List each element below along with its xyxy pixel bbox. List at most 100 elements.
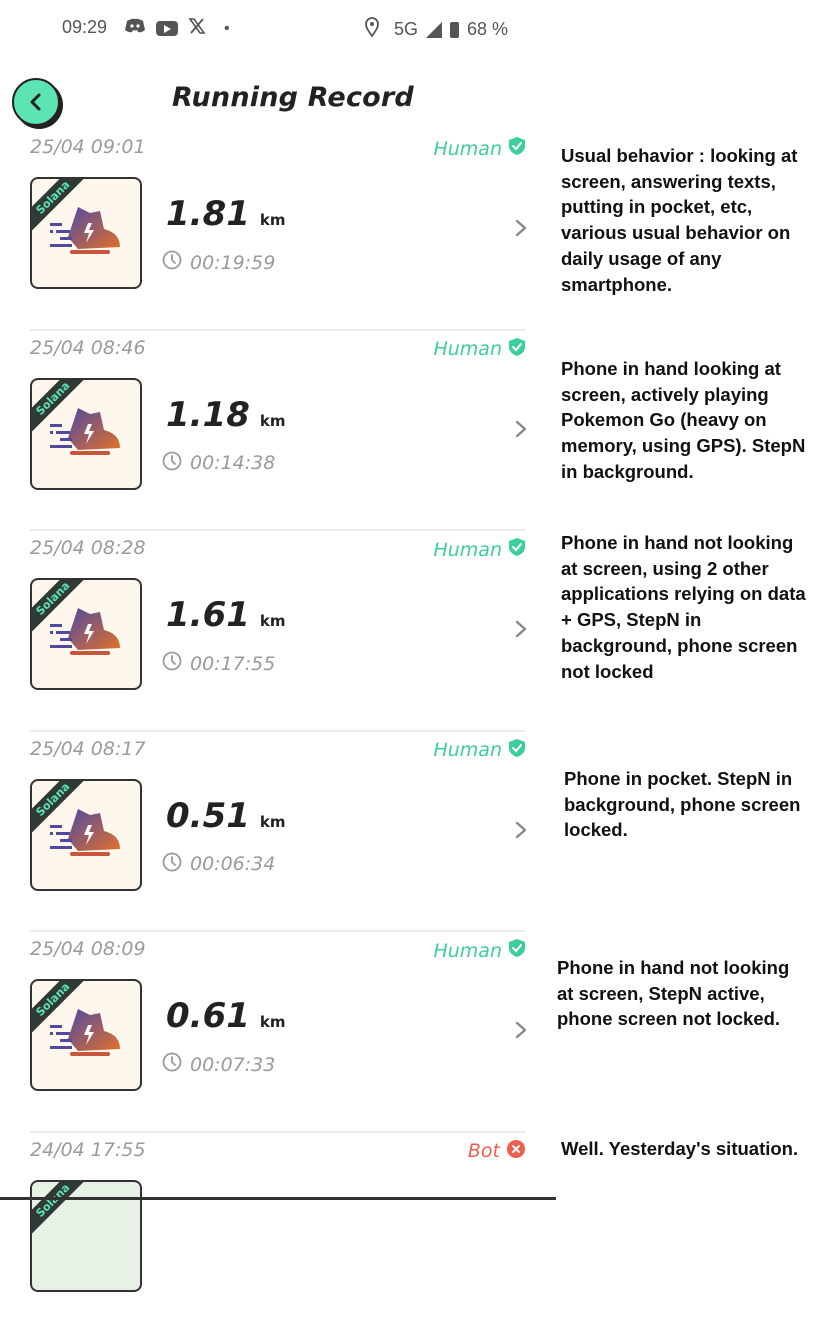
network-label: 5G xyxy=(394,19,418,40)
battery-icon xyxy=(450,22,459,38)
record-date: 25/04 08:46 xyxy=(30,337,146,359)
verdict-badge: Human xyxy=(433,337,526,362)
duration: 00:14:38 xyxy=(162,451,275,476)
distance-value: 1.81 xyxy=(166,194,250,234)
distance: 0.61 km xyxy=(166,996,286,1036)
status-time: 09:29 xyxy=(62,17,107,38)
record-date: 25/04 08:09 xyxy=(30,938,146,960)
verdict-label: Human xyxy=(433,138,502,160)
battery-level: 68 % xyxy=(467,19,508,40)
annotation-2: Phone in hand looking at screen, activel… xyxy=(561,356,806,485)
duration-value: 00:07:33 xyxy=(190,1054,275,1076)
annotation-5: Phone in hand not looking at screen, Ste… xyxy=(557,955,802,1032)
record-row[interactable]: 24/04 17:55 Bot Solana xyxy=(0,1133,556,1333)
record-row[interactable]: 25/04 08:46 Human Solana 1.18 km 00:14:3… xyxy=(0,331,556,532)
sneaker-thumbnail: Solana xyxy=(30,779,142,891)
clock-icon xyxy=(162,1052,182,1077)
verdict-label: Human xyxy=(433,338,502,360)
distance-value: 0.61 xyxy=(166,996,250,1036)
record-list: 25/04 09:01 Human Solana 1.81 km 00:19:5… xyxy=(0,130,556,1333)
duration: 00:17:55 xyxy=(162,651,275,676)
distance-value: 1.18 xyxy=(166,395,250,435)
annotation-4: Phone in pocket. StepN in background, ph… xyxy=(564,766,809,843)
sneaker-thumbnail: Solana xyxy=(30,578,142,690)
x-icon xyxy=(188,17,206,40)
shield-check-icon xyxy=(508,337,526,362)
record-row[interactable]: 25/04 08:28 Human Solana 1.61 km 00:17:5… xyxy=(0,531,556,732)
sneaker-thumbnail: Solana xyxy=(30,177,142,289)
duration: 00:06:34 xyxy=(162,852,275,877)
chevron-right-icon[interactable] xyxy=(514,1020,528,1044)
distance-unit: km xyxy=(260,412,286,430)
sneaker-icon xyxy=(48,805,122,869)
clock-icon xyxy=(162,250,182,275)
duration: 00:19:59 xyxy=(162,250,275,275)
sneaker-icon xyxy=(48,404,122,468)
sneaker-thumbnail: Solana xyxy=(30,979,142,1091)
verdict-badge: Human xyxy=(433,537,526,562)
duration-value: 00:14:38 xyxy=(190,452,275,474)
clock-icon xyxy=(162,651,182,676)
annotation-3: Phone in hand not looking at screen, usi… xyxy=(561,530,806,684)
discord-icon xyxy=(124,18,146,39)
verdict-badge: Human xyxy=(433,938,526,963)
record-row[interactable]: 25/04 08:09 Human Solana 0.61 km 00:07:3… xyxy=(0,932,556,1133)
shield-check-icon xyxy=(508,136,526,161)
notification-icons: • xyxy=(124,17,230,40)
distance-unit: km xyxy=(260,612,286,630)
verdict-label: Human xyxy=(433,940,502,962)
distance: 0.51 km xyxy=(166,796,286,836)
bot-x-icon xyxy=(506,1139,526,1164)
verdict-badge: Bot xyxy=(468,1139,526,1164)
record-date: 25/04 09:01 xyxy=(30,136,146,158)
record-row[interactable]: 25/04 09:01 Human Solana 1.81 km 00:19:5… xyxy=(0,130,556,331)
verdict-label: Bot xyxy=(468,1140,500,1162)
clock-icon xyxy=(162,852,182,877)
chevron-right-icon[interactable] xyxy=(514,419,528,443)
sneaker-icon xyxy=(48,604,122,668)
verdict-badge: Human xyxy=(433,738,526,763)
page-title: Running Record xyxy=(172,82,414,113)
verdict-label: Human xyxy=(433,739,502,761)
location-icon xyxy=(364,17,380,42)
distance-unit: km xyxy=(260,1013,286,1031)
verdict-label: Human xyxy=(433,539,502,561)
record-date: 24/04 17:55 xyxy=(30,1139,146,1161)
distance-unit: km xyxy=(260,813,286,831)
shield-check-icon xyxy=(508,537,526,562)
system-status: 5G 68 % xyxy=(364,17,508,42)
record-date: 25/04 08:28 xyxy=(30,537,146,559)
dot-icon: • xyxy=(224,20,230,38)
back-button[interactable] xyxy=(12,78,60,126)
distance: 1.81 km xyxy=(166,194,286,234)
record-date: 25/04 08:17 xyxy=(30,738,146,760)
chevron-right-icon[interactable] xyxy=(514,820,528,844)
shield-check-icon xyxy=(508,938,526,963)
duration-value: 00:17:55 xyxy=(190,653,275,675)
duration: 00:07:33 xyxy=(162,1052,275,1077)
chain-ribbon: Solana xyxy=(30,1180,91,1238)
distance: 1.18 km xyxy=(166,395,286,435)
distance-value: 0.51 xyxy=(166,796,250,836)
distance-value: 1.61 xyxy=(166,595,250,635)
status-bar: 09:29 • 5G 68 % xyxy=(0,0,560,56)
duration-value: 00:19:59 xyxy=(190,252,275,274)
chevron-left-icon xyxy=(26,92,46,112)
sneaker-icon xyxy=(48,1005,122,1069)
sneaker-icon xyxy=(48,203,122,267)
clock-icon xyxy=(162,451,182,476)
annotation-6: Well. Yesterday's situation. xyxy=(561,1136,806,1162)
distance-unit: km xyxy=(260,211,286,229)
signal-icon xyxy=(426,22,442,38)
verdict-badge: Human xyxy=(433,136,526,161)
chevron-right-icon[interactable] xyxy=(514,218,528,242)
youtube-icon xyxy=(156,21,178,36)
annotation-1: Usual behavior : looking at screen, answ… xyxy=(561,143,806,297)
sneaker-thumbnail: Solana xyxy=(30,378,142,490)
chevron-right-icon[interactable] xyxy=(514,619,528,643)
duration-value: 00:06:34 xyxy=(190,853,275,875)
distance: 1.61 km xyxy=(166,595,286,635)
record-row[interactable]: 25/04 08:17 Human Solana 0.51 km 00:06:3… xyxy=(0,732,556,933)
shield-check-icon xyxy=(508,738,526,763)
app-header: Running Record xyxy=(0,72,560,132)
